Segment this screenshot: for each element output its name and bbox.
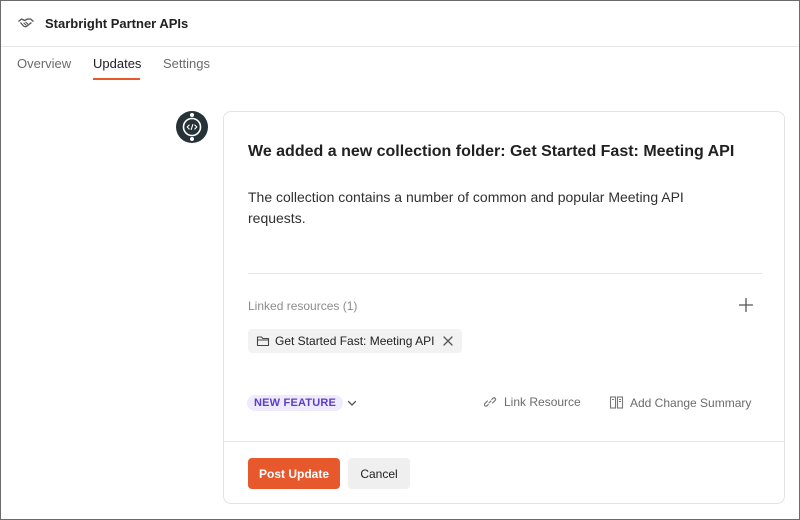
tab-overview[interactable]: Overview (17, 56, 71, 71)
add-linked-resource-plus-icon[interactable] (737, 296, 755, 314)
workspace-header: Starbright Partner APIs (1, 1, 799, 47)
update-body: The collection contains a number of comm… (248, 189, 684, 226)
cancel-button[interactable]: Cancel (348, 458, 410, 489)
link-resource-label: Link Resource (504, 395, 581, 409)
folder-icon (256, 336, 270, 347)
tab-updates[interactable]: Updates (93, 56, 141, 71)
update-type-badge[interactable]: NEW FEATURE (247, 395, 344, 411)
handshake-icon (18, 18, 34, 28)
chevron-down-icon[interactable] (346, 397, 358, 409)
footer-divider (224, 441, 784, 442)
divider (248, 273, 762, 274)
add-change-summary-button[interactable]: Add Change Summary (609, 395, 751, 410)
change-summary-icon (609, 396, 624, 409)
link-icon (483, 397, 497, 407)
remove-resource-close-icon[interactable] (442, 335, 454, 347)
active-tab-indicator (93, 78, 140, 80)
linked-resource-chip[interactable]: Get Started Fast: Meeting API (248, 329, 463, 353)
post-update-button[interactable]: Post Update (248, 458, 340, 489)
tab-bar: Overview Updates Settings (1, 47, 799, 83)
linked-resource-name: Get Started Fast: Meeting API (275, 334, 435, 348)
page-title: Starbright Partner APIs (45, 16, 189, 31)
add-change-summary-label: Add Change Summary (630, 395, 752, 410)
app-window: Starbright Partner APIs Overview Updates… (0, 0, 800, 520)
linked-resources-label: Linked resources (1) (248, 299, 358, 313)
update-title: We added a new collection folder: Get St… (248, 143, 735, 160)
code-avatar-icon (176, 111, 208, 143)
tab-settings[interactable]: Settings (163, 56, 210, 71)
update-card: We added a new collection folder: Get St… (223, 111, 785, 504)
link-resource-button[interactable]: Link Resource (483, 395, 581, 409)
